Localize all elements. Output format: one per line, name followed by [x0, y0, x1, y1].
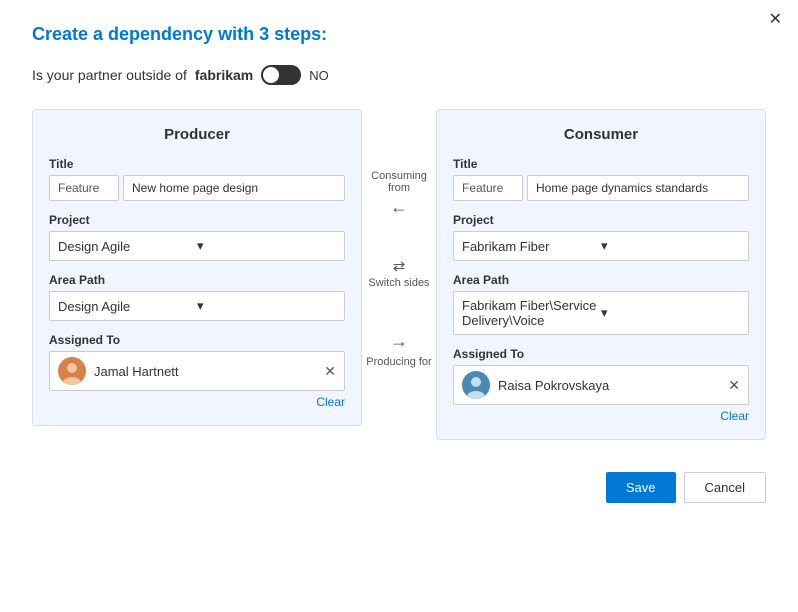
- producer-title-value[interactable]: New home page design: [123, 175, 345, 201]
- consumer-title-row: Feature Home page dynamics standards: [453, 175, 749, 201]
- consumer-avatar: [462, 371, 490, 399]
- partner-outside-text: Is your partner outside of: [32, 67, 187, 83]
- producer-project-label: Project: [49, 213, 345, 227]
- consumer-assigned-row: Raisa Pokrovskaya ✕: [453, 365, 749, 405]
- consumer-assigned-label: Assigned To: [453, 347, 749, 361]
- cancel-button[interactable]: Cancel: [684, 472, 766, 503]
- consumer-areapath-value: Fabrikam Fiber\Service Delivery\Voice: [462, 298, 601, 328]
- producer-project-dropdown[interactable]: Design Agile ▾: [49, 231, 345, 261]
- consumer-areapath-dropdown[interactable]: Fabrikam Fiber\Service Delivery\Voice ▾: [453, 291, 749, 335]
- consumer-clear-button[interactable]: Clear: [720, 409, 749, 423]
- columns-area: Producer Title Feature New home page des…: [32, 109, 766, 440]
- consuming-from-section: Consuming from ←: [366, 170, 432, 216]
- create-dependency-dialog: ✕ Create a dependency with 3 steps: Is y…: [0, 0, 798, 612]
- consumer-project-label: Project: [453, 213, 749, 227]
- switch-sides-icon: ⇄: [393, 257, 406, 275]
- producer-title: Producer: [49, 126, 345, 143]
- consumer-areapath-chevron-icon: ▾: [601, 305, 740, 321]
- consumer-title-type: Feature: [453, 175, 523, 201]
- consumer-project-value: Fabrikam Fiber: [462, 239, 601, 254]
- consuming-from-label: Consuming from: [366, 170, 432, 194]
- producer-title-label: Title: [49, 157, 345, 171]
- org-name: fabrikam: [195, 67, 253, 83]
- producer-panel: Producer Title Feature New home page des…: [32, 109, 362, 426]
- switch-sides-label: Switch sides: [368, 277, 429, 289]
- consumer-areapath-label: Area Path: [453, 273, 749, 287]
- toggle-state-label: NO: [309, 68, 329, 83]
- consumer-title: Consumer: [453, 126, 749, 143]
- producer-project-chevron-icon: ▾: [197, 238, 336, 254]
- middle-area: Consuming from ← ⇄ Switch sides → Produc…: [362, 109, 436, 389]
- producer-areapath-label: Area Path: [49, 273, 345, 287]
- producer-areapath-chevron-icon: ▾: [197, 298, 336, 314]
- consumer-title-value[interactable]: Home page dynamics standards: [527, 175, 749, 201]
- producer-clear-button[interactable]: Clear: [316, 395, 345, 409]
- consumer-remove-assigned-button[interactable]: ✕: [728, 377, 740, 394]
- consumer-project-chevron-icon: ▾: [601, 238, 740, 254]
- consuming-from-arrow-icon: ←: [390, 198, 408, 216]
- consumer-title-label: Title: [453, 157, 749, 171]
- consumer-panel: Consumer Title Feature Home page dynamic…: [436, 109, 766, 440]
- close-button[interactable]: ✕: [769, 12, 782, 28]
- save-button[interactable]: Save: [606, 472, 676, 503]
- producer-assigned-name: Jamal Hartnett: [94, 364, 316, 379]
- footer: Save Cancel: [32, 460, 766, 503]
- producer-assigned-label: Assigned To: [49, 333, 345, 347]
- consumer-project-dropdown[interactable]: Fabrikam Fiber ▾: [453, 231, 749, 261]
- producer-areapath-value: Design Agile: [58, 299, 197, 314]
- producing-for-section: → Producing for: [366, 331, 431, 368]
- producer-project-value: Design Agile: [58, 239, 197, 254]
- producer-title-row: Feature New home page design: [49, 175, 345, 201]
- producer-remove-assigned-button[interactable]: ✕: [324, 363, 336, 380]
- producing-for-label: Producing for: [366, 356, 431, 368]
- outside-partner-toggle[interactable]: [261, 65, 301, 85]
- producer-title-type: Feature: [49, 175, 119, 201]
- dialog-title: Create a dependency with 3 steps:: [32, 24, 766, 45]
- producer-assigned-row: Jamal Hartnett ✕: [49, 351, 345, 391]
- producer-areapath-dropdown[interactable]: Design Agile ▾: [49, 291, 345, 321]
- producer-avatar: [58, 357, 86, 385]
- producing-for-arrow-icon: →: [390, 331, 408, 352]
- partner-outside-row: Is your partner outside of fabrikam NO: [32, 65, 766, 85]
- switch-sides-section[interactable]: ⇄ Switch sides: [368, 257, 429, 289]
- consumer-assigned-name: Raisa Pokrovskaya: [498, 378, 720, 393]
